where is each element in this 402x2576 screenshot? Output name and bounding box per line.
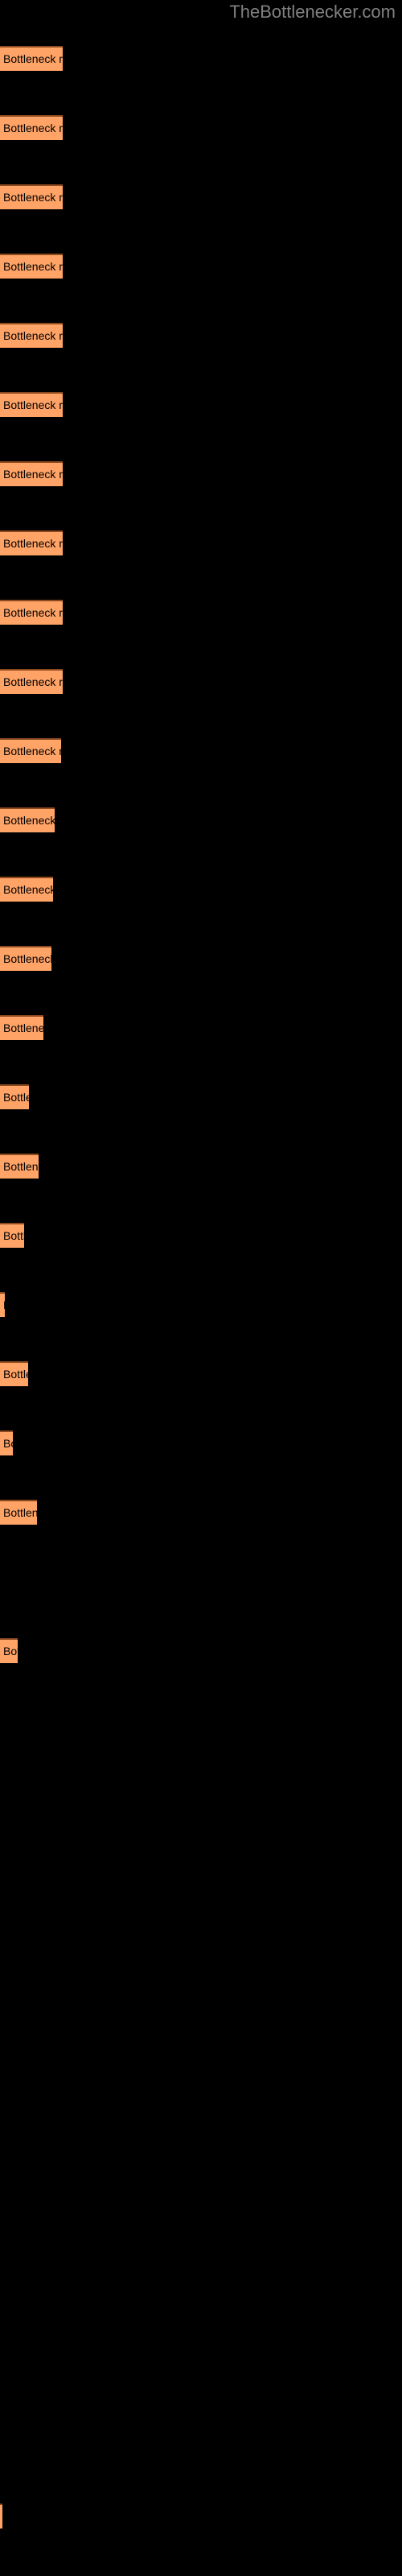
bar-label: Bottleneck result: [3, 468, 63, 481]
bar-label: Bottleneck result: [3, 606, 63, 619]
bar-bottleneck-result[interactable]: Bottleneck result: [0, 600, 63, 625]
bar-bottleneck-result[interactable]: Bottleneck result: [0, 1430, 13, 1455]
bar-bottleneck-result[interactable]: Bottleneck result: [0, 946, 51, 971]
bar-label: Bottleneck result: [3, 1437, 13, 1450]
bar-bottleneck-result[interactable]: Bottleneck result: [0, 254, 63, 279]
bar-bottleneck-result[interactable]: Bottleneck result: [0, 1015, 43, 1040]
bar-bottleneck-result[interactable]: Bottleneck result: [0, 323, 63, 348]
bar-label: Bottleneck result: [3, 1022, 43, 1034]
bar-label: Bottleneck result: [3, 537, 63, 550]
bar-bottleneck-result[interactable]: Bottleneck result: [0, 461, 63, 486]
bar-bottleneck-result[interactable]: Bottleneck result: [0, 46, 63, 71]
bar-bottleneck-result[interactable]: Bottleneck result: [0, 1223, 24, 1248]
bar-label: Bottleneck result: [3, 1229, 24, 1242]
bar-label: Bottleneck result: [3, 952, 51, 965]
bar-bottleneck-result[interactable]: Bottleneck result: [0, 1084, 29, 1109]
bar-label: Bottleneck result: [3, 1297, 5, 1313]
bar-bottleneck-result[interactable]: Bottleneck result: [0, 1292, 5, 1317]
bar-bottleneck-result[interactable]: Bottleneck result: [0, 807, 55, 832]
bar-bottleneck-result[interactable]: Bottleneck result: [0, 530, 63, 555]
bar-label: Bottleneck result: [3, 675, 63, 688]
bar-label: Bottleneck result: [3, 745, 61, 758]
bar-bottleneck-result[interactable]: Bottleneck result: [0, 1154, 39, 1179]
bar-label: Bottleneck result: [3, 398, 63, 411]
bar-bottleneck-result[interactable]: Bottleneck result: [0, 392, 63, 417]
bar-bottleneck-result[interactable]: Bottleneck result: [0, 115, 63, 140]
bar-bottleneck-result[interactable]: Bottleneck result: [0, 877, 53, 902]
bar-bottleneck-result[interactable]: Bottleneck result: [0, 184, 63, 209]
bar-bottleneck-result[interactable]: Bottleneck result: [0, 1500, 37, 1525]
bar-bottleneck-result[interactable]: Bottleneck result: [0, 1361, 28, 1386]
bar-bottleneck-result[interactable]: Bottleneck result: [0, 738, 61, 763]
bar-label: Bottleneck result: [3, 1645, 18, 1657]
bar-label: Bottleneck result: [3, 122, 63, 134]
bar-label: Bottleneck result: [3, 814, 55, 827]
bar-label: Bottleneck result: [3, 1368, 28, 1381]
bar-label: Bottleneck result: [3, 1160, 39, 1173]
bar-label: Bottleneck result: [3, 329, 63, 342]
bar-label: Bottleneck result: [3, 1506, 37, 1519]
bottleneck-bar-chart: TheBottlenecker.com Bottleneck result Bot…: [0, 0, 402, 2576]
bar-label: Bottleneck result: [3, 52, 63, 65]
bar-label: Bottleneck result: [3, 191, 63, 204]
bar-label: Bottleneck result: [3, 1091, 29, 1104]
page-title: TheBottlenecker.com: [229, 2, 396, 22]
bar-bottleneck-result[interactable]: Bottleneck result: [0, 2504, 2, 2529]
bar-label: Bottleneck result: [3, 883, 53, 896]
bar-bottleneck-result[interactable]: Bottleneck result: [0, 1638, 18, 1663]
bar-label: Bottleneck result: [3, 260, 63, 273]
bar-bottleneck-result[interactable]: Bottleneck result: [0, 669, 63, 694]
